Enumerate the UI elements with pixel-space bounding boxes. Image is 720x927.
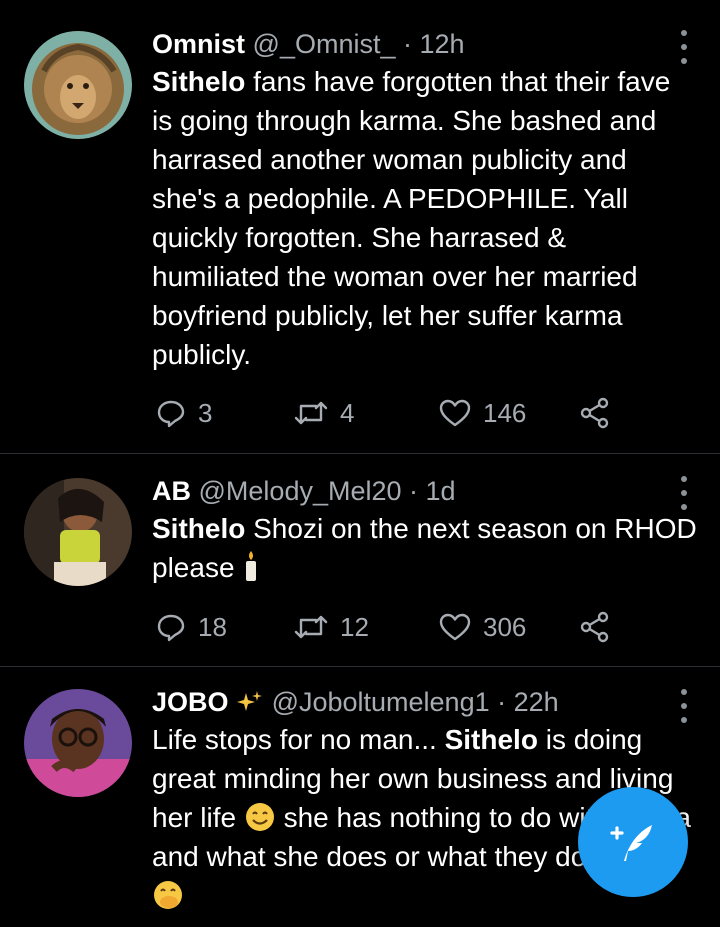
share-icon bbox=[580, 397, 609, 429]
avatar[interactable] bbox=[24, 689, 132, 797]
tweet-header: AB @Melody_Mel20 · 1d bbox=[152, 473, 697, 509]
more-vertical-icon bbox=[681, 476, 687, 482]
reply-button[interactable]: 18 bbox=[156, 609, 227, 645]
heart-icon bbox=[439, 613, 471, 641]
compose-tweet-icon bbox=[610, 825, 652, 861]
avatar[interactable] bbox=[24, 478, 132, 586]
tweet-header: Omnist @_Omnist_ · 12h bbox=[152, 26, 697, 62]
compose-tweet-button[interactable] bbox=[578, 787, 688, 897]
reply-count: 18 bbox=[198, 611, 227, 642]
more-vertical-icon bbox=[681, 689, 687, 695]
dot bbox=[681, 703, 687, 709]
sparkles-emoji-icon bbox=[237, 691, 263, 711]
author-handle[interactable]: @Joboltumeleng1 bbox=[272, 687, 490, 717]
mention-sithelo[interactable]: Sithelo bbox=[152, 513, 245, 544]
like-button[interactable]: 146 bbox=[439, 395, 526, 431]
tweet-text: Sithelo Shozi on the next season on RHOD… bbox=[152, 509, 697, 587]
profile-photo-image bbox=[24, 478, 132, 586]
reply-button[interactable]: 3 bbox=[156, 395, 212, 431]
reply-count: 3 bbox=[198, 397, 213, 428]
tweet-body: fans have forgotten that their fave is g… bbox=[152, 66, 671, 370]
separator: · bbox=[401, 476, 426, 506]
tweet-time[interactable]: 12h bbox=[419, 29, 464, 59]
tweet-ab[interactable]: AB @Melody_Mel20 · 1d Sithelo Shozi on t… bbox=[0, 454, 720, 666]
dot bbox=[681, 44, 687, 50]
dot bbox=[681, 490, 687, 496]
candle-emoji-icon bbox=[246, 551, 257, 581]
separator: · bbox=[489, 687, 514, 717]
author-name[interactable]: Omnist bbox=[152, 29, 245, 59]
tweet-body-start: Life stops for no man... bbox=[152, 724, 445, 755]
lion-avatar-image bbox=[24, 31, 132, 139]
tweet-header: JOBO @Joboltumeleng1 · 22h bbox=[152, 684, 697, 720]
more-vertical-icon bbox=[681, 30, 687, 36]
retweet-button[interactable]: 4 bbox=[294, 395, 354, 431]
dot bbox=[681, 58, 687, 64]
author-name[interactable]: JOBO bbox=[152, 687, 229, 717]
retweet-count: 4 bbox=[340, 397, 355, 428]
retweet-button[interactable]: 12 bbox=[294, 609, 369, 645]
author-name[interactable]: AB bbox=[152, 476, 191, 506]
tweet-time[interactable]: 1d bbox=[426, 476, 456, 506]
share-icon bbox=[580, 611, 609, 643]
share-button[interactable] bbox=[579, 395, 611, 431]
retweet-icon bbox=[294, 615, 328, 639]
retweet-count: 12 bbox=[340, 611, 369, 642]
heart-icon bbox=[439, 399, 471, 427]
like-button[interactable]: 306 bbox=[439, 609, 526, 645]
mention-sithelo[interactable]: Sithelo bbox=[445, 724, 538, 755]
more-options-button[interactable] bbox=[678, 689, 690, 723]
profile-photo-image bbox=[24, 689, 132, 797]
avatar[interactable] bbox=[24, 31, 132, 139]
dot bbox=[681, 717, 687, 723]
like-count: 306 bbox=[483, 611, 527, 642]
tweet-actions: 18 12 306 bbox=[152, 609, 622, 645]
more-options-button[interactable] bbox=[678, 476, 690, 510]
smiling-face-emoji-icon bbox=[245, 803, 274, 831]
reply-icon bbox=[157, 400, 185, 428]
tweet-omnist[interactable]: Omnist @_Omnist_ · 12h Sithelo fans have… bbox=[0, 0, 720, 453]
face-with-hand-over-mouth-emoji-icon bbox=[154, 881, 182, 909]
share-button[interactable] bbox=[579, 609, 611, 645]
dot bbox=[681, 504, 687, 510]
reply-icon bbox=[157, 614, 185, 642]
tweet-time[interactable]: 22h bbox=[514, 687, 559, 717]
tweet-text: Sithelo fans have forgotten that their f… bbox=[152, 62, 697, 374]
separator: · bbox=[395, 29, 420, 59]
tweet-actions: 3 4 146 bbox=[152, 395, 622, 431]
like-count: 146 bbox=[483, 397, 527, 428]
author-handle[interactable]: @Melody_Mel20 bbox=[199, 476, 402, 506]
retweet-icon bbox=[294, 401, 328, 425]
more-options-button[interactable] bbox=[678, 30, 690, 64]
mention-sithelo[interactable]: Sithelo bbox=[152, 66, 245, 97]
author-handle[interactable]: @_Omnist_ bbox=[253, 29, 396, 59]
